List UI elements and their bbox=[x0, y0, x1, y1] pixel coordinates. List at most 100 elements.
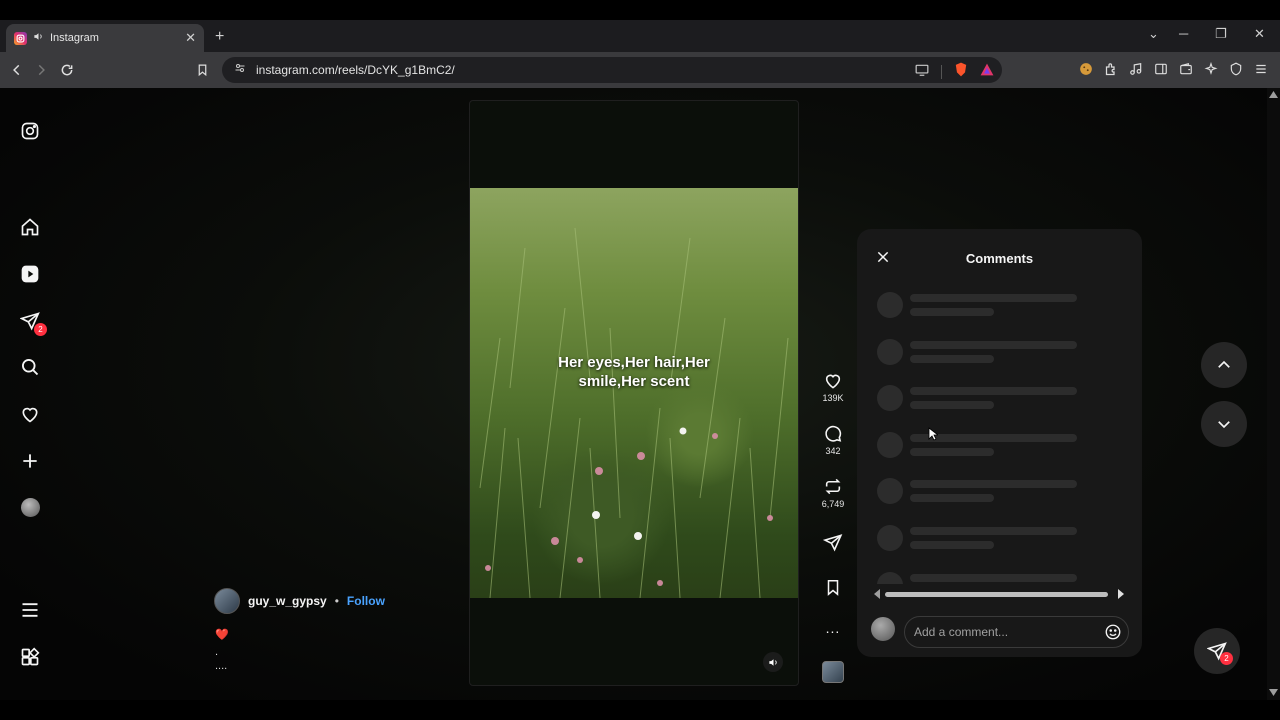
follow-button[interactable]: Follow bbox=[347, 594, 385, 608]
comment-skeleton-row bbox=[877, 478, 1087, 506]
vpn-shield-icon[interactable] bbox=[1228, 61, 1244, 77]
cookie-extension-icon[interactable] bbox=[1078, 61, 1094, 77]
extensions-row bbox=[1078, 61, 1269, 77]
skeleton-avatar bbox=[877, 385, 903, 412]
comment-skeleton-row bbox=[877, 571, 1087, 584]
create-plus-icon[interactable] bbox=[19, 450, 41, 472]
leo-ai-icon[interactable] bbox=[1203, 61, 1219, 77]
skeleton-line bbox=[910, 480, 1077, 489]
profile-avatar[interactable] bbox=[19, 496, 41, 518]
author-avatar[interactable] bbox=[214, 588, 240, 614]
messages-fab-icon: 2 bbox=[1206, 641, 1233, 665]
sidebar-toggle-icon[interactable] bbox=[1153, 61, 1169, 77]
also-from-meta-icon[interactable] bbox=[19, 646, 41, 668]
profile-avatar-image bbox=[20, 497, 40, 517]
previous-reel-button[interactable] bbox=[1201, 342, 1247, 388]
notifications-heart-icon[interactable] bbox=[19, 403, 41, 425]
bookmark-page-button[interactable] bbox=[193, 61, 211, 79]
scrollbar-thumb[interactable] bbox=[885, 592, 1108, 597]
skeleton-line bbox=[910, 294, 1077, 302]
scroll-down-arrow-icon bbox=[1269, 689, 1278, 696]
mute-toggle-button[interactable] bbox=[763, 652, 783, 672]
reload-button[interactable] bbox=[58, 61, 76, 79]
skeleton-line bbox=[910, 527, 1077, 535]
skeleton-line bbox=[910, 354, 994, 363]
comments-horizontal-scrollbar[interactable] bbox=[873, 589, 1125, 599]
tab-list-button[interactable]: ⌄ bbox=[1148, 26, 1159, 42]
search-icon[interactable] bbox=[19, 356, 41, 378]
repost-action[interactable]: 6,749 bbox=[818, 477, 848, 509]
mouse-cursor-icon bbox=[928, 427, 938, 441]
speaker-icon[interactable] bbox=[33, 31, 44, 45]
more-options-button[interactable]: ... bbox=[818, 620, 848, 636]
skeleton-avatar bbox=[877, 338, 903, 365]
tab-title: Instagram bbox=[50, 32, 99, 44]
comment-skeleton-row bbox=[877, 338, 1087, 367]
skeleton-line bbox=[910, 541, 994, 549]
audio-thumbnail[interactable] bbox=[822, 661, 844, 683]
music-player-icon[interactable] bbox=[1128, 61, 1144, 77]
wallet-icon[interactable] bbox=[1178, 61, 1194, 77]
chevron-up-icon bbox=[1218, 360, 1230, 368]
comment-action[interactable]: 342 bbox=[818, 424, 848, 456]
messages-fab-badge: 2 bbox=[1220, 652, 1233, 665]
brave-shields-icon[interactable] bbox=[954, 62, 968, 82]
minimize-button[interactable]: ─ bbox=[1179, 26, 1188, 41]
new-tab-button[interactable]: + bbox=[215, 28, 224, 46]
scroll-left-icon bbox=[874, 589, 880, 599]
forward-button[interactable] bbox=[32, 61, 50, 79]
comment-skeleton-row bbox=[877, 431, 1087, 460]
scroll-right-icon bbox=[1118, 589, 1124, 599]
like-action[interactable]: 139K bbox=[818, 371, 848, 403]
reel-author: guy_w_gypsy • Follow bbox=[214, 588, 385, 614]
reels-icon[interactable] bbox=[19, 263, 41, 285]
window-close-button[interactable]: ✕ bbox=[1254, 26, 1265, 42]
current-user-avatar bbox=[871, 617, 895, 641]
reel-caption-overlay: Her eyes,Her hair,Her smile,Her scent bbox=[558, 354, 710, 390]
back-button[interactable] bbox=[8, 61, 26, 79]
messages-badge: 2 bbox=[34, 323, 47, 336]
instagram-favicon-icon bbox=[14, 31, 27, 45]
messages-fab-button[interactable]: 2 bbox=[1194, 628, 1240, 674]
site-settings-icon[interactable] bbox=[234, 61, 246, 79]
skeleton-avatar bbox=[877, 431, 903, 458]
reel-video-player[interactable]: Her eyes,Her hair,Her smile,Her scent bbox=[469, 100, 799, 686]
next-reel-button[interactable] bbox=[1201, 401, 1247, 447]
brave-rewards-icon[interactable] bbox=[980, 63, 994, 81]
author-username[interactable]: guy_w_gypsy bbox=[248, 594, 327, 608]
share-send-icon bbox=[823, 534, 843, 552]
comment-skeleton-row bbox=[877, 385, 1087, 413]
add-comment-placeholder: Add a comment... bbox=[914, 625, 1009, 639]
address-bar[interactable]: instagram.com/reels/DcYK_g1BmC2/ bbox=[222, 57, 1002, 83]
comments-title: Comments bbox=[965, 251, 1034, 266]
instagram-logo-icon[interactable] bbox=[19, 120, 41, 142]
skeleton-line bbox=[910, 387, 1077, 396]
comments-panel: Comments Add a comment... bbox=[857, 229, 1142, 657]
restore-button[interactable]: ❐ bbox=[1215, 26, 1227, 42]
more-menu-icon[interactable] bbox=[19, 599, 41, 621]
description-line-2: . bbox=[215, 646, 219, 658]
browser-tab-instagram[interactable]: Instagram ✕ bbox=[6, 24, 204, 52]
page-vertical-scrollbar[interactable] bbox=[1267, 88, 1280, 700]
extensions-puzzle-icon[interactable] bbox=[1103, 61, 1119, 77]
chevron-down-icon bbox=[1218, 421, 1230, 429]
repost-icon bbox=[825, 478, 841, 495]
messages-icon[interactable]: 2 bbox=[19, 310, 47, 336]
comment-count: 342 bbox=[825, 446, 841, 456]
save-bookmark-icon bbox=[827, 580, 839, 596]
skeleton-avatar bbox=[877, 478, 903, 505]
reel-video-frame[interactable]: Her eyes,Her hair,Her smile,Her scent bbox=[470, 188, 798, 598]
browser-menu-icon[interactable] bbox=[1253, 61, 1269, 77]
skeleton-line bbox=[910, 340, 1077, 349]
home-icon[interactable] bbox=[19, 216, 41, 238]
add-comment-input[interactable]: Add a comment... bbox=[904, 616, 1129, 648]
tab-close-icon[interactable]: ✕ bbox=[185, 30, 196, 46]
repost-count: 6,749 bbox=[821, 499, 845, 509]
screen-top-bezel bbox=[0, 0, 1280, 20]
browser-tab-bar: Instagram ✕ + ⌄ ─ ❐ ✕ bbox=[0, 20, 1280, 52]
grass-texture bbox=[479, 227, 789, 598]
url-text[interactable]: instagram.com/reels/DcYK_g1BmC2/ bbox=[256, 63, 455, 77]
save-action[interactable] bbox=[818, 578, 848, 597]
share-action[interactable] bbox=[818, 533, 848, 552]
cast-icon[interactable] bbox=[915, 63, 929, 81]
